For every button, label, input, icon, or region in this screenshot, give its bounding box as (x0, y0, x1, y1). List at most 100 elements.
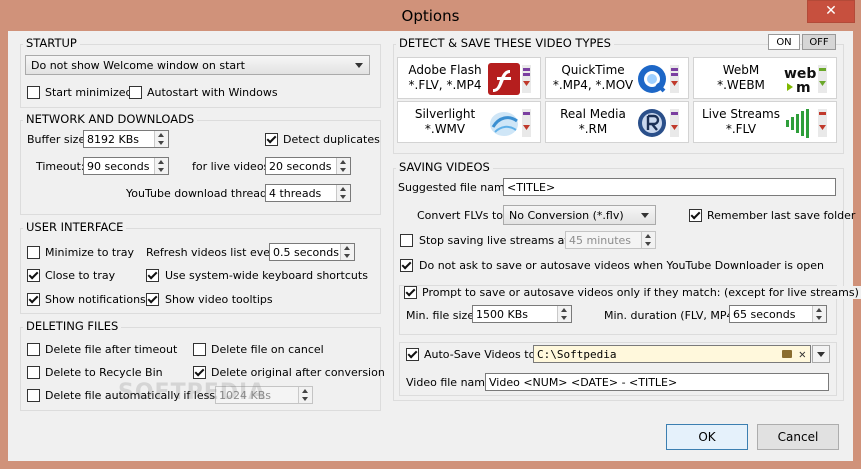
deleting-title: DELETING FILES (23, 319, 122, 333)
refresh-label: Refresh videos list every: (146, 246, 284, 259)
delete-original-label: Delete original after conversion (211, 366, 385, 379)
delete-after-timeout-checkbox[interactable] (27, 343, 40, 356)
autosave-path-input[interactable]: C:\Softpedia ✕ (533, 345, 811, 363)
buffer-size-input[interactable]: 8192 KBs (83, 130, 169, 148)
no-ask-label: Do not ask to save or autosave videos wh… (419, 259, 824, 272)
stop-live-checkbox[interactable] (400, 234, 413, 247)
tooltips-label: Show video tooltips (165, 293, 273, 306)
threads-input[interactable]: 4 threads (265, 184, 351, 202)
ok-label: OK (698, 430, 716, 444)
refresh-input[interactable]: 0.5 seconds (269, 243, 355, 261)
buffer-size-stepper[interactable] (154, 131, 168, 147)
min-duration-input[interactable]: 65 seconds (729, 305, 827, 323)
recycle-bin-label: Delete to Recycle Bin (45, 366, 163, 379)
min-duration-stepper[interactable] (812, 306, 826, 322)
detect-duplicates-label: Detect duplicates (283, 133, 380, 146)
autostart-checkbox[interactable] (129, 86, 142, 99)
autosave-path-value: C:\Softpedia (537, 348, 617, 361)
options-window: Options ✕ STARTUP Do not show Welcome wi… (0, 0, 861, 469)
delete-auto-checkbox[interactable] (27, 389, 40, 402)
user-interface-title: USER INTERFACE (23, 220, 127, 234)
detect-on-toggle[interactable]: ON (768, 34, 800, 50)
clear-icon[interactable]: ✕ (799, 346, 806, 362)
video-type-realmedia[interactable]: Real Media *.RM (545, 101, 689, 143)
livestream-icon (786, 109, 827, 138)
video-type-quicktime[interactable]: QuickTime *.MP4, *.MOV (545, 57, 689, 99)
softpedia-watermark: SOFTPEDIA (118, 380, 267, 405)
detect-duplicates-checkbox[interactable] (265, 133, 278, 146)
video-name-label: Video file name: (406, 376, 496, 389)
shortcuts-checkbox[interactable] (146, 269, 159, 282)
delete-on-cancel-checkbox[interactable] (193, 343, 206, 356)
timeout-value: 90 seconds (87, 160, 150, 173)
minimize-tray-checkbox[interactable] (27, 246, 40, 259)
min-size-value: 1500 KBs (476, 308, 528, 321)
startup-title: STARTUP (23, 36, 80, 50)
timeout-stepper[interactable] (154, 158, 168, 174)
detect-off-label: OFF (809, 37, 829, 48)
welcome-select[interactable]: Do not show Welcome window on start (25, 55, 370, 75)
stop-live-value: 45 minutes (569, 234, 632, 247)
min-size-input[interactable]: 1500 KBs (472, 305, 572, 323)
stop-live-stepper[interactable] (641, 232, 655, 248)
webm-icon: webm (784, 65, 827, 95)
prompt-match-checkbox[interactable] (404, 286, 417, 299)
min-size-stepper[interactable] (557, 306, 571, 322)
close-tray-checkbox[interactable] (27, 269, 40, 282)
convert-select[interactable]: No Conversion (*.flv) (503, 205, 656, 225)
close-tray-label: Close to tray (45, 269, 116, 282)
silverlight-icon (490, 109, 531, 137)
threads-stepper[interactable] (336, 185, 350, 201)
realmedia-icon (638, 109, 679, 137)
live-timeout-label: for live videos: (192, 160, 273, 173)
video-type-ext: *.FLV, *.MP4 (408, 78, 482, 92)
stop-live-input[interactable]: 45 minutes (565, 231, 656, 249)
timeout-input[interactable]: 90 seconds (83, 157, 169, 175)
video-type-name: WebM (722, 63, 760, 77)
chevron-down-icon (817, 352, 825, 357)
autosave-dropdown-button[interactable] (812, 345, 830, 363)
shortcuts-label: Use system-wide keyboard shortcuts (165, 269, 368, 282)
suggested-name-value: <TITLE> (507, 181, 556, 194)
video-type-flash[interactable]: Adobe Flash *.FLV, *.MP4 (397, 57, 541, 99)
recycle-bin-checkbox[interactable] (27, 366, 40, 379)
delete-after-timeout-label: Delete file after timeout (45, 343, 178, 356)
video-type-ext: *.MP4, *.MOV (552, 78, 634, 92)
live-timeout-stepper[interactable] (336, 158, 350, 174)
video-type-ext: *.WMV (424, 122, 466, 136)
video-type-name: Live Streams (702, 107, 780, 121)
flash-icon (488, 63, 531, 95)
autosave-label: Auto-Save Videos to: (424, 348, 540, 361)
video-type-webm[interactable]: WebM *.WEBM web m (693, 57, 837, 99)
video-name-input[interactable]: Video <NUM> <DATE> - <TITLE> (485, 373, 829, 391)
live-timeout-value: 20 seconds (269, 160, 332, 173)
video-type-silverlight[interactable]: Silverlight *.WMV (397, 101, 541, 143)
start-minimized-checkbox[interactable] (27, 86, 40, 99)
detect-on-label: ON (776, 37, 792, 48)
refresh-stepper[interactable] (340, 244, 354, 260)
folder-icon[interactable] (782, 350, 792, 358)
video-type-name: QuickTime (561, 63, 625, 77)
remember-folder-checkbox[interactable] (689, 209, 702, 222)
cancel-button[interactable]: Cancel (757, 424, 839, 450)
suggested-name-input[interactable]: <TITLE> (503, 178, 836, 196)
threads-value: 4 threads (269, 187, 322, 200)
title-bar[interactable]: Options ✕ (0, 0, 861, 30)
refresh-value: 0.5 seconds (273, 246, 339, 259)
min-size-label: Min. file size: (406, 309, 478, 322)
live-timeout-input[interactable]: 20 seconds (265, 157, 351, 175)
video-type-livestreams[interactable]: Live Streams *.FLV (693, 101, 837, 143)
ok-button[interactable]: OK (666, 424, 748, 450)
tooltips-checkbox[interactable] (146, 293, 159, 306)
start-minimized-label: Start minimized (45, 86, 133, 99)
delete-auto-stepper[interactable] (298, 387, 312, 403)
notifications-checkbox[interactable] (27, 293, 40, 306)
video-type-ext: *.RM (578, 122, 608, 136)
autostart-label: Autostart with Windows (147, 86, 278, 99)
autosave-checkbox[interactable] (406, 348, 419, 361)
detect-off-toggle[interactable]: OFF (802, 34, 836, 50)
minimize-tray-label: Minimize to tray (45, 246, 135, 259)
no-ask-checkbox[interactable] (400, 259, 413, 272)
delete-original-checkbox[interactable] (193, 366, 206, 379)
close-button[interactable]: ✕ (807, 0, 855, 23)
